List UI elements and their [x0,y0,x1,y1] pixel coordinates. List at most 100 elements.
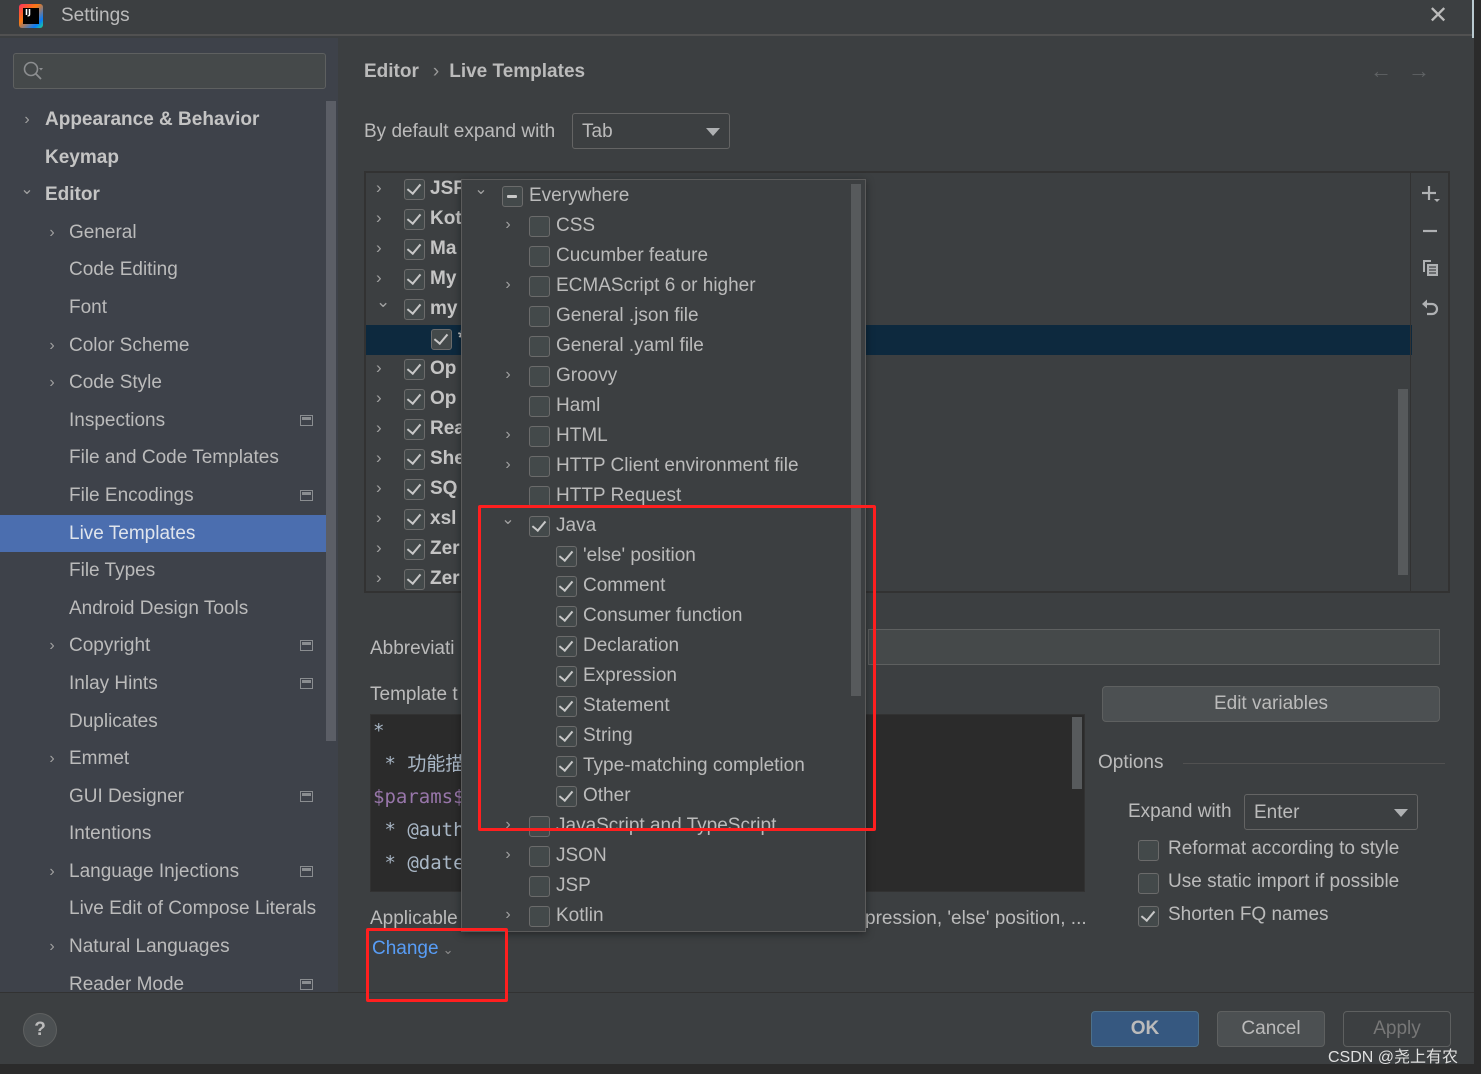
chevron-right-icon[interactable]: › [501,906,515,924]
context-checkbox[interactable] [529,876,550,897]
context-checkbox[interactable] [556,756,577,777]
sidebar-item[interactable]: Font [0,289,326,327]
chevron-down-icon[interactable]: ⌄ [501,509,515,529]
chevron-right-icon[interactable]: › [45,740,59,777]
chevron-right-icon[interactable]: › [376,358,382,378]
context-item[interactable]: › HTTP Client environment file [462,452,852,482]
context-checkbox[interactable] [529,276,550,297]
context-item[interactable]: Statement [462,692,852,722]
sidebar-item[interactable]: › Color Scheme [0,327,326,365]
chevron-right-icon[interactable]: › [45,627,59,664]
sidebar-item[interactable]: Live Templates [0,514,326,553]
sidebar-item[interactable]: Inspections [0,402,326,440]
context-checkbox[interactable] [529,456,550,477]
context-item[interactable]: › JavaScript and TypeScript [462,812,852,842]
chevron-right-icon[interactable]: › [376,388,382,408]
popup-scrollbar[interactable] [851,184,861,696]
sidebar-item[interactable]: Keymap [0,139,326,177]
sidebar-item[interactable]: Intentions [0,815,326,853]
add-icon[interactable] [1419,183,1441,205]
context-item[interactable]: 'else' position [462,542,852,572]
chevron-right-icon[interactable]: › [45,364,59,401]
chevron-right-icon[interactable]: › [376,178,382,198]
context-checkbox[interactable] [529,426,550,447]
chevron-right-icon[interactable]: › [501,846,515,864]
sidebar-item[interactable]: › Natural Languages [0,928,326,966]
back-arrow-icon[interactable]: ← [1370,58,1408,83]
sidebar-scrollbar[interactable] [326,101,336,741]
context-item[interactable]: Other [462,782,852,812]
context-checkbox[interactable] [556,786,577,807]
template-checkbox[interactable] [404,299,425,320]
template-text-scrollbar[interactable] [1072,717,1082,789]
option-checkbox[interactable] [1138,906,1159,927]
template-checkbox[interactable] [404,509,425,530]
chevron-right-icon[interactable]: › [376,568,382,588]
chevron-right-icon[interactable]: › [376,238,382,258]
sidebar-item[interactable]: Code Editing [0,251,326,289]
sidebar-item[interactable]: ⌄ Editor [0,176,326,214]
context-checkbox[interactable] [529,486,550,507]
chevron-right-icon[interactable]: › [501,276,515,294]
context-checkbox[interactable] [529,846,550,867]
context-item[interactable]: General .yaml file [462,332,852,362]
context-item[interactable]: Declaration [462,632,852,662]
context-checkbox[interactable] [529,216,550,237]
change-link-label[interactable]: Change [372,938,439,959]
context-checkbox[interactable] [556,726,577,747]
context-item[interactable]: › CSS [462,212,852,242]
chevron-down-icon[interactable]: ⌄ [474,180,488,199]
chevron-right-icon[interactable]: › [376,418,382,438]
template-checkbox[interactable] [404,539,425,560]
context-item[interactable]: HTTP Request [462,482,852,512]
chevron-right-icon[interactable]: › [376,478,382,498]
context-checkbox[interactable] [529,516,550,537]
edit-variables-button[interactable]: Edit variables [1102,686,1440,722]
context-checkbox[interactable] [529,816,550,837]
chevron-right-icon[interactable]: › [501,456,515,474]
template-checkbox[interactable] [404,419,425,440]
context-item[interactable]: Expression [462,662,852,692]
context-item[interactable]: › Groovy [462,362,852,392]
chevron-down-icon[interactable]: ⌄ [20,171,34,208]
chevron-right-icon[interactable]: › [376,208,382,228]
cancel-button[interactable]: Cancel [1217,1011,1325,1047]
sidebar-item[interactable]: Inlay Hints [0,665,326,703]
context-item[interactable]: › HTML [462,422,852,452]
context-checkbox[interactable] [529,246,550,267]
context-checkbox[interactable] [529,366,550,387]
template-checkbox[interactable] [431,329,452,350]
template-checkbox[interactable] [404,179,425,200]
chevron-right-icon[interactable]: › [501,366,515,384]
sidebar-item[interactable]: Android Design Tools [0,590,326,628]
chevron-right-icon[interactable]: › [45,214,59,251]
context-checkbox[interactable] [529,306,550,327]
template-checkbox[interactable] [404,389,425,410]
template-checkbox[interactable] [404,359,425,380]
sidebar-item[interactable]: File and Code Templates [0,439,326,477]
context-checkbox[interactable] [556,666,577,687]
context-item[interactable]: › ECMAScript 6 or higher [462,272,852,302]
context-item[interactable]: ⌄ Java [462,509,852,542]
context-checkbox[interactable] [556,696,577,717]
sidebar-item[interactable]: Live Edit of Compose Literals [0,890,326,928]
close-icon[interactable]: ✕ [1424,2,1452,30]
sidebar-item[interactable]: › General [0,214,326,252]
sidebar-item[interactable]: GUI Designer [0,778,326,816]
chevron-right-icon[interactable]: › [501,426,515,444]
settings-search-input[interactable] [13,53,326,89]
context-item[interactable]: Consumer function [462,602,852,632]
context-checkbox[interactable] [556,546,577,567]
chevron-right-icon[interactable]: › [45,853,59,890]
sidebar-item[interactable]: Duplicates [0,703,326,741]
sidebar-item[interactable]: › Appearance & Behavior [0,101,326,139]
default-expand-select[interactable]: Tab [572,113,730,149]
option-checkbox[interactable] [1138,873,1159,894]
chevron-right-icon[interactable]: › [376,448,382,468]
context-checkbox[interactable] [502,186,523,207]
sidebar-item[interactable]: File Encodings [0,477,326,515]
context-checkbox[interactable] [556,636,577,657]
template-list-scrollbar[interactable] [1398,389,1408,575]
context-item[interactable]: › Kotlin [462,902,852,931]
chevron-right-icon[interactable]: › [376,508,382,528]
